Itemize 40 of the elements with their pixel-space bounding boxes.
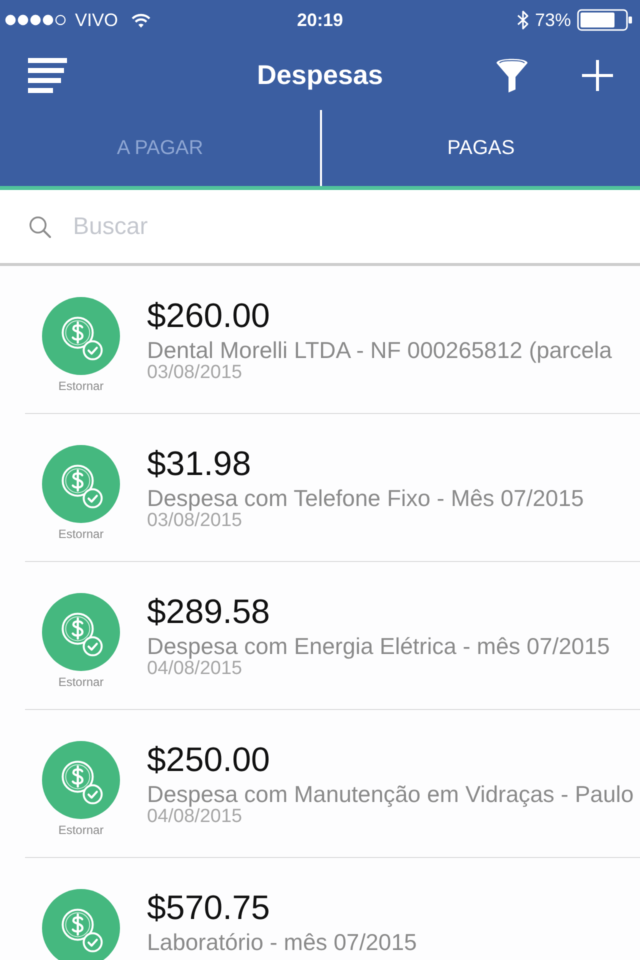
expense-date: 04/08/2015 [147, 660, 242, 678]
paid-coin-icon [42, 297, 120, 375]
battery-icon [577, 9, 633, 31]
search-field[interactable]: Buscar [73, 212, 611, 242]
expense-description: Despesa com Manutenção em Vidraças - Paulo [147, 780, 634, 808]
refund-button[interactable]: Estornar [42, 593, 120, 689]
battery-percent: 73% [534, 9, 571, 31]
search-icon [29, 216, 51, 238]
expense-date: 03/08/2015 [147, 512, 242, 530]
expense-description: Despesa com Telefone Fixo - Mês 07/2015 [147, 484, 584, 512]
carrier-name: VIVO [75, 9, 118, 31]
expense-description: Despesa com Energia Elétrica - mês 07/2015 [147, 632, 610, 660]
expense-description: Laboratório - mês 07/2015 [147, 928, 417, 956]
refund-button[interactable]: Estornar [42, 297, 120, 393]
tab[interactable]: A PAGAR [0, 110, 320, 186]
expense-amount: $289.58 [147, 592, 270, 632]
paid-coin-icon [42, 593, 120, 671]
refund-button[interactable]: Estornar [42, 741, 120, 837]
paid-coin-icon [42, 445, 120, 523]
expense-date: 03/08/2015 [147, 364, 242, 382]
refund-button[interactable]: Estornar [42, 445, 120, 541]
menu-button[interactable] [28, 58, 67, 92]
paid-coin-icon [42, 741, 120, 819]
plus-icon [582, 60, 613, 90]
funnel-icon [496, 58, 528, 92]
tab[interactable]: PAGAS [320, 110, 640, 186]
add-button[interactable] [582, 60, 613, 90]
menu-icon [28, 58, 67, 92]
bluetooth-icon [516, 9, 529, 31]
expense-amount: $570.75 [147, 888, 270, 928]
expense-amount: $250.00 [147, 740, 270, 780]
clock-time: 20:19 [296, 9, 344, 31]
expense-amount: $260.00 [147, 296, 270, 336]
screen-title: Despesas [256, 59, 384, 92]
expense-description: Dental Morelli LTDA - NF 000265812 (parcela [147, 336, 612, 364]
filter-button[interactable] [496, 58, 528, 92]
wifi-icon [131, 12, 152, 28]
signal-icon [5, 14, 67, 26]
expense-amount: $31.98 [147, 444, 251, 484]
expense-date: 04/08/2015 [147, 808, 242, 826]
